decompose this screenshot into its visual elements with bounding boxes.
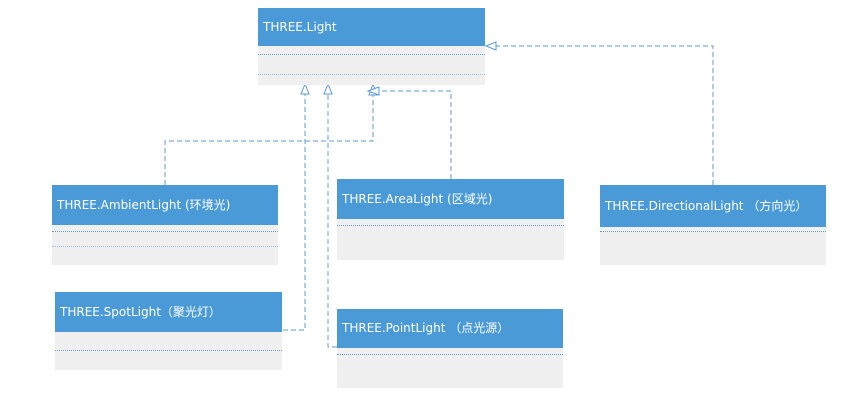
- class-divider: [258, 54, 485, 55]
- connector-area: [379, 90, 452, 179]
- class-title-area-light: THREE.AreaLight (区域光): [337, 179, 564, 219]
- class-box-spot-light: THREE.SpotLight（聚光灯）: [55, 292, 282, 370]
- class-divider: [258, 74, 485, 75]
- class-title-light: THREE.Light: [258, 8, 485, 46]
- connector-point: [327, 94, 337, 348]
- connector-directional: [496, 45, 714, 185]
- class-title-point-light: THREE.PointLight （点光源）: [337, 309, 563, 348]
- class-box-directional-light: THREE.DirectionalLight （方向光）: [600, 185, 826, 265]
- uml-class-diagram: THREE.Light THREE.AmbientLight (环境光) THR…: [0, 0, 845, 404]
- connector-spot: [283, 94, 306, 331]
- connector-ambient: [164, 95, 374, 185]
- class-title-directional-light: THREE.DirectionalLight （方向光）: [600, 185, 826, 227]
- class-box-point-light: THREE.PointLight （点光源）: [337, 309, 563, 388]
- class-title-spot-light: THREE.SpotLight（聚光灯）: [55, 292, 282, 332]
- class-divider: [337, 225, 564, 226]
- arrowhead-spot: [300, 82, 310, 95]
- arrowhead-directional: [484, 41, 497, 51]
- class-title-ambient-light: THREE.AmbientLight (环境光): [52, 185, 278, 225]
- class-divider: [600, 231, 826, 232]
- class-divider: [337, 354, 563, 355]
- arrowhead-point: [323, 82, 333, 95]
- class-divider: [55, 350, 282, 351]
- class-divider: [52, 231, 278, 232]
- class-divider: [52, 246, 278, 247]
- class-box-ambient-light: THREE.AmbientLight (环境光): [52, 185, 278, 265]
- class-box-area-light: THREE.AreaLight (区域光): [337, 179, 564, 260]
- class-box-light: THREE.Light: [258, 8, 485, 85]
